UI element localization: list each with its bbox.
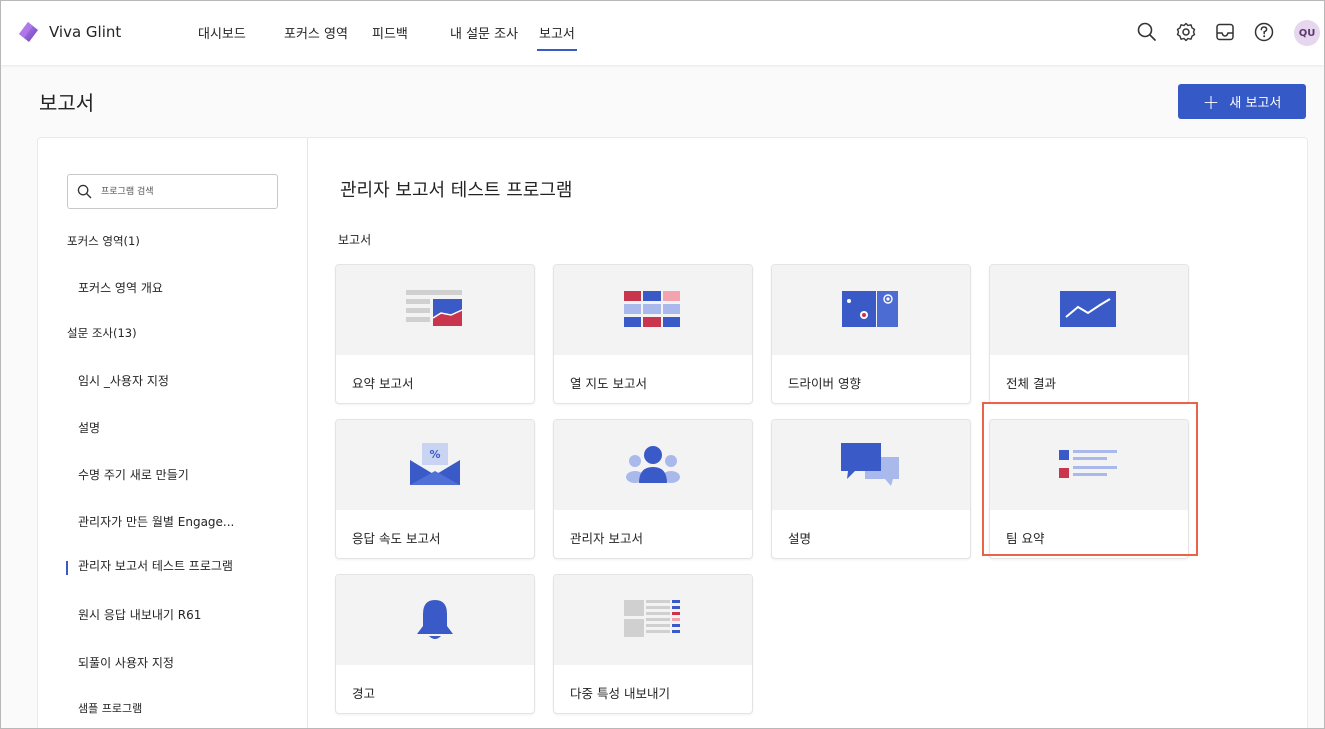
program-search-input[interactable]: 프로그램 검색 bbox=[67, 174, 278, 209]
search-icon[interactable] bbox=[1136, 21, 1158, 43]
new-report-button[interactable]: + 새 보고서 bbox=[1178, 84, 1306, 119]
report-card-driver-impact[interactable]: 드라이버 영향 bbox=[771, 264, 971, 404]
search-icon bbox=[77, 184, 92, 199]
new-report-label: 새 보고서 bbox=[1229, 96, 1282, 111]
driver-impact-icon bbox=[842, 291, 898, 327]
nav-my-surveys[interactable]: 내 설문 조사 bbox=[450, 23, 518, 42]
program-sidebar: 프로그램 검색 포커스 영역(1) 포커스 영역 개요 설문 조사(13) 임시… bbox=[38, 138, 308, 728]
sidebar-item-program[interactable]: 원시 응답 내보내기 R61 bbox=[78, 606, 201, 623]
trend-chart-icon bbox=[1060, 291, 1116, 327]
card-label: 경고 bbox=[352, 686, 376, 701]
report-card-team-summary[interactable]: 팀 요약 bbox=[989, 419, 1189, 559]
people-icon bbox=[626, 446, 680, 483]
search-placeholder: 프로그램 검색 bbox=[101, 187, 154, 197]
sidebar-item-program-active[interactable]: 관리자 보고서 테스트 프로그램 bbox=[78, 557, 233, 574]
svg-text:%: % bbox=[429, 448, 440, 461]
nav-dashboard[interactable]: 대시보드 bbox=[198, 23, 246, 42]
program-title: 관리자 보고서 테스트 프로그램 bbox=[340, 180, 573, 201]
card-label: 설명 bbox=[788, 531, 812, 546]
card-label: 열 지도 보고서 bbox=[570, 376, 647, 391]
card-label: 드라이버 영향 bbox=[788, 376, 861, 391]
brand[interactable]: Viva Glint bbox=[17, 21, 121, 43]
report-card-comments[interactable]: 설명 bbox=[771, 419, 971, 559]
app-name: Viva Glint bbox=[49, 23, 122, 41]
plus-icon: + bbox=[1202, 89, 1220, 114]
sidebar-item-program[interactable]: 샘플 프로그램 bbox=[78, 700, 142, 716]
card-label: 전체 결과 bbox=[1006, 376, 1056, 391]
app-window: Viva Glint 대시보드 포커스 영역 피드백 내 설문 조사 보고서 Q… bbox=[0, 0, 1325, 729]
report-card-overall-results[interactable]: 전체 결과 bbox=[989, 264, 1189, 404]
sidebar-item-program[interactable]: 임시 _사용자 지정 bbox=[78, 372, 169, 389]
team-summary-icon bbox=[1059, 450, 1117, 478]
sidebar-item-program[interactable]: 관리자가 만든 월별 Engage... bbox=[78, 513, 234, 530]
bell-icon bbox=[417, 600, 453, 639]
gear-icon[interactable] bbox=[1175, 21, 1197, 43]
card-label: 관리자 보고서 bbox=[570, 531, 643, 546]
heatmap-icon bbox=[624, 291, 680, 327]
sidebar-group-focus-areas[interactable]: 포커스 영역(1) bbox=[67, 233, 140, 249]
report-card-response-rate[interactable]: % 응답 속도 보고서 bbox=[335, 419, 535, 559]
card-label: 팀 요약 bbox=[1006, 531, 1045, 546]
sidebar-item-program[interactable]: 수명 주기 새로 만들기 bbox=[78, 466, 189, 483]
viva-glint-logo-icon bbox=[19, 22, 38, 42]
help-icon[interactable] bbox=[1253, 21, 1275, 43]
avatar[interactable]: QU bbox=[1294, 20, 1320, 46]
top-bar: Viva Glint 대시보드 포커스 영역 피드백 내 설문 조사 보고서 Q… bbox=[1, 1, 1324, 65]
multi-export-icon bbox=[624, 600, 680, 637]
report-card-multi-export[interactable]: 다중 특성 내보내기 bbox=[553, 574, 753, 714]
response-rate-icon: % bbox=[410, 443, 460, 485]
nav-focus-areas[interactable]: 포커스 영역 bbox=[284, 23, 348, 42]
report-card-summary[interactable]: 요약 보고서 bbox=[335, 264, 535, 404]
page-title: 보고서 bbox=[39, 91, 95, 115]
sidebar-item-program[interactable]: 설명 bbox=[78, 419, 100, 436]
nav-reports[interactable]: 보고서 bbox=[537, 23, 577, 51]
sidebar-group-surveys[interactable]: 설문 조사(13) bbox=[67, 325, 137, 341]
report-card-alerts[interactable]: 경고 bbox=[335, 574, 535, 714]
inbox-icon[interactable] bbox=[1214, 21, 1236, 43]
top-icons: QU bbox=[1124, 1, 1324, 65]
summary-report-icon bbox=[406, 290, 463, 326]
nav-feedback[interactable]: 피드백 bbox=[372, 23, 408, 42]
sidebar-item-focus-overview[interactable]: 포커스 영역 개요 bbox=[78, 279, 163, 296]
report-card-heatmap[interactable]: 열 지도 보고서 bbox=[553, 264, 753, 404]
card-label: 응답 속도 보고서 bbox=[352, 531, 441, 546]
reports-section-label: 보고서 bbox=[338, 233, 372, 247]
card-label: 요약 보고서 bbox=[352, 376, 414, 391]
report-card-manager[interactable]: 관리자 보고서 bbox=[553, 419, 753, 559]
sidebar-item-program[interactable]: 되풀이 사용자 지정 bbox=[78, 654, 174, 671]
active-indicator bbox=[66, 561, 68, 575]
comments-icon bbox=[841, 443, 899, 486]
card-label: 다중 특성 내보내기 bbox=[570, 686, 670, 701]
